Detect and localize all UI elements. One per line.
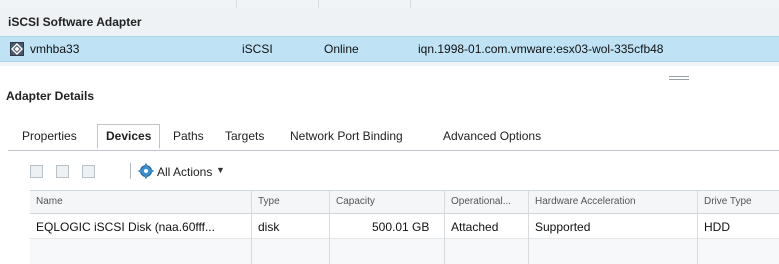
column-divider[interactable] [318,0,319,8]
tab-paths[interactable]: Paths [165,124,212,149]
column-header-capacity[interactable]: Capacity [336,196,375,207]
cell-type: disk [258,220,280,234]
devices-grid: Name Type Capacity Operational... Hardwa… [30,190,779,264]
adapter-type: iSCSI [242,42,273,56]
adapter-row[interactable]: vmhba33 iSCSI Online iqn.1998-01.com.vmw… [0,36,779,62]
column-divider [251,191,252,264]
adapter-identifier: iqn.1998-01.com.vmware:esx03-wol-335cfb4… [418,42,664,56]
column-divider [528,191,529,264]
table-row[interactable]: EQLOGIC iSCSI Disk (naa.60fff... disk 50… [30,214,779,239]
cell-hardware-acceleration: Supported [535,220,591,234]
cell-capacity: 500.01 GB [372,220,430,234]
column-divider [697,191,698,264]
details-tabbar: Properties Devices Paths Targets Network… [8,124,779,151]
tab-targets[interactable]: Targets [217,124,272,149]
chevron-down-icon[interactable]: ▼ [216,165,225,175]
adapter-name: vmhba33 [30,42,80,56]
rescan-storage-icon[interactable] [30,165,43,178]
column-divider[interactable] [410,0,411,8]
tab-properties[interactable]: Properties [14,124,85,149]
column-header-name[interactable]: Name [36,196,63,207]
panel-resize-handle[interactable] [669,76,689,80]
grid-header: Name Type Capacity Operational... Hardwa… [30,191,779,214]
toolbar-separator [130,163,131,179]
detach-icon[interactable] [82,165,95,178]
tab-advanced-options[interactable]: Advanced Options [435,124,549,149]
adapter-group-header[interactable]: iSCSI Software Adapter [0,8,779,37]
column-divider[interactable] [236,0,237,8]
tab-network-port-binding[interactable]: Network Port Binding [282,124,411,149]
refresh-icon[interactable] [56,165,69,178]
column-header-type[interactable]: Type [258,196,280,207]
adapter-details-title: Adapter Details [6,89,95,103]
column-header-operational[interactable]: Operational... [451,196,511,207]
tab-devices[interactable]: Devices [97,124,161,149]
gear-icon[interactable] [138,163,154,182]
column-divider [444,191,445,264]
adapter-group-title: iSCSI Software Adapter [8,15,142,29]
empty-row [30,239,779,264]
cell-drive-type: HDD [704,220,730,234]
adapter-status: Online [324,42,359,56]
adapter-icon [10,42,24,56]
column-header-hardware-acceleration[interactable]: Hardware Acceleration [535,196,636,207]
adapter-list: iSCSI Software Adapter vmhba33 iSCSI Onl… [0,0,779,66]
column-divider [329,191,330,264]
devices-toolbar: All Actions ▼ [30,160,330,184]
cell-operational: Attached [451,220,499,234]
cell-name: EQLOGIC iSCSI Disk (naa.60fff... [36,220,215,234]
all-actions-menu[interactable]: All Actions [157,165,212,179]
column-header-drive-type[interactable]: Drive Type [704,196,752,207]
